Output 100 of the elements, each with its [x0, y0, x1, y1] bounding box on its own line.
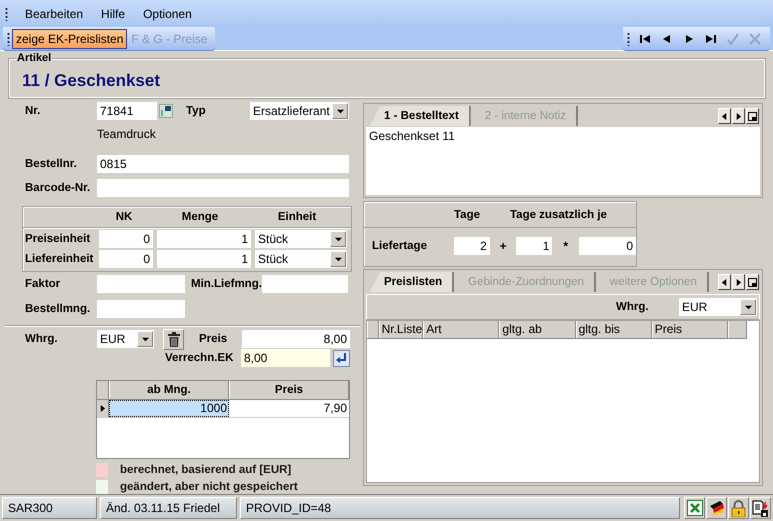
left-arrow-icon — [721, 112, 728, 120]
row-label: Preiseinheit — [25, 233, 92, 245]
delete-button[interactable] — [163, 328, 184, 350]
row-label: Liefertage — [372, 240, 428, 252]
scroll-right-button[interactable] — [732, 108, 745, 124]
dropdown-arrow-icon — [334, 256, 342, 262]
input-field[interactable]: 0 — [99, 250, 153, 268]
table-cell: 1000 — [109, 400, 229, 417]
field-label: Typ — [186, 105, 207, 117]
column-header: Nr.Liste — [378, 321, 424, 338]
currency-dropdown[interactable]: EUR — [97, 330, 154, 348]
field-label: Bestellnr. — [25, 158, 78, 170]
input-field[interactable] — [262, 275, 348, 293]
dropdown-arrow-icon — [334, 236, 342, 242]
skip-to-end-icon — [705, 34, 717, 44]
status-panel: PROVID_ID=48 — [240, 497, 680, 519]
trash-icon — [168, 332, 180, 346]
unit-dropdown[interactable]: Stück — [255, 250, 347, 268]
input-field[interactable]: 8,00 — [242, 330, 350, 348]
enter-icon[interactable] — [333, 350, 350, 366]
row-label: Liefereinheit — [25, 253, 94, 265]
maximize-button[interactable] — [746, 274, 759, 290]
left-arrow-icon — [721, 278, 728, 286]
field-label: Preis — [199, 333, 228, 345]
lookup-icon[interactable] — [159, 104, 173, 118]
field-label: Whrg. — [25, 333, 59, 345]
spreadsheet-icon — [686, 500, 702, 516]
save-document-button[interactable] — [750, 497, 771, 519]
dropdown-arrow-icon — [142, 336, 148, 342]
column-header: gltg. ab — [499, 321, 576, 338]
close-icon — [748, 32, 762, 46]
window-icon — [748, 278, 757, 286]
lock-button[interactable] — [728, 497, 749, 519]
input-field[interactable]: 0 — [99, 230, 153, 248]
field-label: Verrechn.EK — [165, 352, 234, 364]
right-arrow-icon — [735, 278, 742, 286]
supplier-name: Teamdruck — [97, 127, 156, 141]
unit-dropdown[interactable]: Stück — [255, 230, 347, 248]
column-header: Preis — [229, 381, 349, 399]
dropdown-arrow-icon — [744, 304, 752, 310]
field-label: Bestellmng. — [25, 303, 92, 315]
left-triangle-icon — [661, 34, 673, 44]
column-header: gltg. bis — [576, 321, 652, 338]
column-header: ab Mng. — [109, 381, 229, 399]
menu-item[interactable]: Bearbeiten — [16, 6, 92, 20]
menu-item[interactable]: Hilfe — [92, 6, 134, 20]
spreadsheet-export-button[interactable] — [684, 497, 705, 519]
column-header: Menge — [180, 211, 220, 223]
input-field[interactable]: 0 — [579, 237, 636, 255]
right-triangle-icon — [683, 34, 695, 44]
status-panel: Änd. 03.11.15 Friedel — [100, 497, 237, 519]
tab[interactable]: 1 - Bestelltext — [370, 106, 471, 126]
dropdown-arrow-icon — [336, 108, 344, 114]
input-field[interactable]: 0815 — [97, 155, 349, 173]
field-label: Whrg. — [616, 301, 650, 313]
group-label: Artikel — [16, 52, 52, 64]
input-field[interactable] — [97, 275, 185, 293]
right-arrow-icon — [735, 112, 742, 120]
row-indicator[interactable] — [97, 400, 109, 417]
language-button[interactable] — [706, 497, 727, 519]
menu-item[interactable]: Optionen — [134, 6, 201, 20]
checkmark-icon — [726, 32, 740, 46]
padlock-icon — [731, 500, 746, 516]
legend-text: geändert, aber nicht gespeichert — [120, 480, 298, 492]
status-panel: SAR300 — [2, 497, 97, 519]
column-header: Einheit — [276, 211, 318, 223]
input-field[interactable] — [97, 300, 185, 318]
field-label: Faktor — [25, 278, 62, 290]
order-text-area[interactable]: Geschenkset 11 — [366, 127, 760, 195]
field-label: Barcode-Nr. — [25, 182, 92, 194]
column-header: Preis — [652, 321, 728, 338]
legend-text: berechnet, basierend auf [EUR] — [120, 464, 292, 476]
flag-icon — [708, 500, 725, 516]
input-field[interactable]: 71841 — [97, 102, 157, 120]
column-header: NK — [114, 211, 134, 223]
currency-dropdown[interactable]: EUR — [679, 298, 757, 316]
document-save-icon — [752, 500, 769, 516]
column-header: Art — [423, 321, 500, 338]
input-field[interactable]: 1 — [157, 230, 251, 248]
scroll-left-button[interactable] — [718, 108, 731, 124]
input-field[interactable]: 1 — [516, 237, 552, 255]
window-icon — [748, 112, 757, 120]
input-field[interactable]: 8,00 — [241, 349, 330, 367]
type-dropdown[interactable]: Ersatzlieferant — [250, 102, 349, 120]
input-field[interactable]: 1 — [157, 250, 251, 268]
maximize-button[interactable] — [746, 108, 759, 124]
field-label: Min.Liefmng. — [191, 278, 262, 290]
scroll-left-button[interactable] — [718, 274, 731, 290]
column-header: Tage zusatzlich je — [510, 208, 607, 220]
column-header: Tage — [454, 208, 480, 220]
operator-sign: * — [562, 239, 570, 253]
scroll-right-button[interactable] — [732, 274, 745, 290]
field-label: Nr. — [25, 105, 42, 117]
article-title: 11 / Geschenkset — [22, 71, 160, 90]
input-field[interactable] — [97, 179, 349, 197]
tab[interactable]: Preislisten — [370, 272, 454, 292]
input-field[interactable]: 2 — [454, 237, 490, 255]
skip-to-start-icon — [639, 34, 651, 44]
toolbar-button[interactable]: zeige EK-Preislisten — [12, 28, 128, 48]
current-row-icon — [99, 405, 106, 412]
